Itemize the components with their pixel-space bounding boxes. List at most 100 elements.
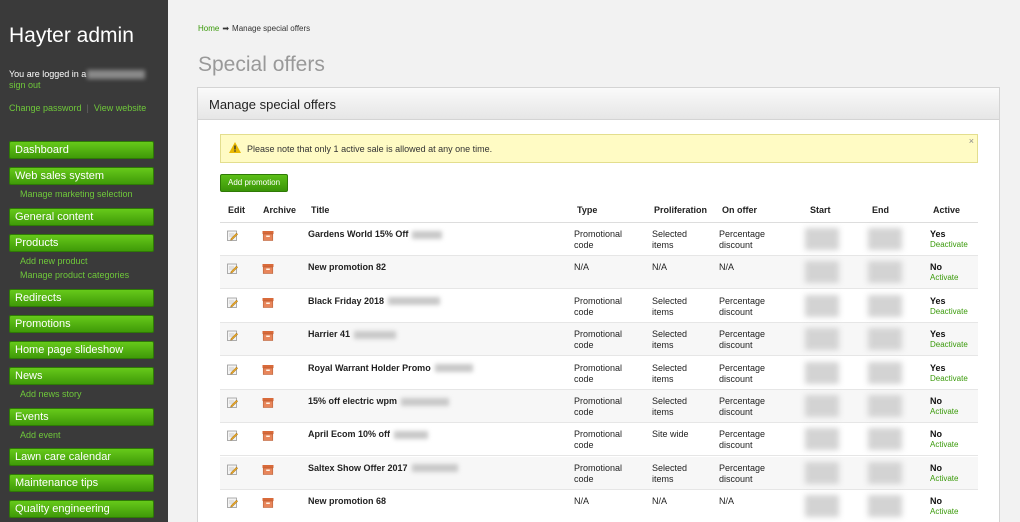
sidebar-item-maintenance-tips[interactable]: Maintenance tips	[9, 474, 154, 492]
edit-icon[interactable]	[227, 297, 238, 308]
table-row: Black Friday 2018 Promotional code Selected…	[220, 290, 978, 323]
row-title: Saltex Show Offer 2017	[308, 463, 458, 474]
sidebar-item-lawn-care-calendar[interactable]: Lawn care calendar	[9, 448, 154, 466]
sidebar-subitem-manage-product-categories[interactable]: Manage product categories	[20, 270, 129, 280]
row-type: N/A	[574, 262, 590, 273]
row-proliferation: N/A	[652, 262, 668, 273]
sidebar-item-products[interactable]: Products	[9, 234, 154, 252]
toggle-active-link[interactable]: Activate	[930, 440, 958, 449]
table-row: Harrier 41 Promotional code Selected items Pe…	[220, 323, 978, 357]
archive-icon[interactable]	[262, 497, 274, 508]
row-title-text: April Ecom 10% off	[308, 429, 391, 440]
sidebar-item-dashboard[interactable]: Dashboard	[9, 141, 154, 159]
edit-icon[interactable]	[227, 430, 238, 442]
offers-panel: Manage special offers Please note that o…	[197, 87, 1000, 522]
column-header-end[interactable]: End	[872, 205, 889, 215]
edit-icon[interactable]	[227, 230, 238, 241]
row-title-text: Gardens World 15% Off	[308, 229, 409, 239]
active-status: No	[930, 262, 942, 273]
sidebar-item-web-sales-system[interactable]: Web sales system	[9, 167, 154, 185]
sidebar-item-redirects[interactable]: Redirects	[9, 289, 154, 307]
edit-icon[interactable]	[227, 263, 238, 275]
start-date-redacted	[805, 361, 839, 384]
sidebar-subitem-manage-marketing-selection[interactable]: Manage marketing selection	[20, 189, 133, 199]
column-header-archive[interactable]: Archive	[263, 205, 296, 215]
change-password-link[interactable]: Change password	[9, 103, 82, 113]
sidebar-subitem-add-event[interactable]: Add event	[20, 430, 61, 440]
column-header-active[interactable]: Active	[933, 205, 960, 215]
toggle-active-link[interactable]: Deactivate	[930, 307, 968, 316]
row-on-offer: Percentage discount	[719, 396, 766, 417]
row-on-offer: Percentage discount	[719, 229, 766, 250]
row-title-text: New promotion 68	[308, 496, 387, 507]
toggle-active-link[interactable]: Deactivate	[930, 340, 968, 349]
column-header-title[interactable]: Title	[311, 205, 329, 215]
column-header-type[interactable]: Type	[577, 205, 597, 215]
edit-icon[interactable]	[227, 397, 238, 408]
logged-in-text: You are logged in a	[9, 69, 146, 80]
redacted-code	[434, 364, 473, 373]
column-header-on-offer[interactable]: On offer	[722, 205, 757, 215]
toggle-active-link[interactable]: Activate	[930, 474, 958, 483]
row-proliferation: Selected items	[652, 462, 688, 484]
row-type: Promotional code	[574, 396, 623, 417]
row-type: Promotional code	[574, 229, 623, 250]
start-date-redacted	[805, 428, 839, 451]
table-row: April Ecom 10% off Promotional code Site wi…	[220, 423, 978, 457]
archive-icon[interactable]	[262, 364, 274, 375]
archive-icon[interactable]	[262, 397, 274, 408]
end-date-redacted	[868, 261, 902, 284]
sidebar-subitem-add-news-story[interactable]: Add news story	[20, 389, 82, 399]
archive-icon[interactable]	[262, 263, 274, 275]
edit-icon[interactable]	[227, 464, 238, 475]
sidebar-item-promotions[interactable]: Promotions	[9, 315, 154, 333]
archive-icon[interactable]	[262, 297, 274, 308]
row-title-text: Saltex Show Offer 2017	[308, 462, 408, 473]
redacted-code	[394, 431, 429, 440]
sign-out-link[interactable]: sign out	[9, 80, 41, 90]
toggle-active-link[interactable]: Deactivate	[930, 374, 968, 383]
row-type: Promotional code	[574, 329, 623, 351]
sidebar-item-events[interactable]: Events	[9, 408, 154, 426]
archive-icon[interactable]	[262, 330, 274, 341]
toggle-active-link[interactable]: Deactivate	[930, 240, 968, 249]
row-proliferation: Site wide	[652, 429, 689, 440]
row-proliferation: Selected items	[652, 229, 688, 250]
breadcrumb-home[interactable]: Home	[198, 24, 219, 33]
row-title: Royal Warrant Holder Promo	[308, 363, 473, 374]
column-header-start[interactable]: Start	[810, 205, 831, 215]
archive-icon[interactable]	[262, 230, 274, 241]
toggle-active-link[interactable]: Activate	[930, 507, 958, 516]
toggle-active-link[interactable]: Activate	[930, 273, 958, 282]
view-website-link[interactable]: View website	[94, 103, 146, 113]
redacted-code	[354, 330, 397, 339]
edit-icon[interactable]	[227, 330, 238, 342]
alert-banner: Please note that only 1 active sale is a…	[220, 134, 978, 163]
breadcrumb-current: Manage special offers	[232, 24, 311, 33]
active-status: No	[930, 429, 942, 440]
close-icon[interactable]: ×	[969, 136, 974, 146]
alert-text: Please note that only 1 active sale is a…	[247, 144, 493, 154]
column-header-edit[interactable]: Edit	[228, 205, 245, 215]
row-proliferation: N/A	[652, 496, 668, 507]
table-row: New promotion 68 N/A N/A N/A No Activate	[220, 490, 978, 522]
warning-icon	[229, 142, 241, 153]
sidebar-item-news[interactable]: News	[9, 367, 154, 385]
row-title: Black Friday 2018	[308, 296, 441, 307]
row-title: Gardens World 15% Off	[308, 229, 443, 240]
sidebar-item-home-page-slideshow[interactable]: Home page slideshow	[9, 341, 154, 359]
column-header-proliferation[interactable]: Proliferation	[654, 205, 707, 215]
start-date-redacted	[805, 328, 839, 351]
sidebar-item-quality-engineering[interactable]: Quality engineering	[9, 500, 154, 518]
archive-icon[interactable]	[262, 464, 274, 475]
panel-title: Manage special offers	[198, 88, 999, 120]
edit-icon[interactable]	[227, 364, 238, 375]
sidebar-item-general-content[interactable]: General content	[9, 208, 154, 226]
archive-icon[interactable]	[262, 430, 274, 442]
account-links: Change password | View website	[9, 103, 147, 113]
edit-icon[interactable]	[227, 497, 238, 509]
toggle-active-link[interactable]: Activate	[930, 407, 958, 416]
add-promotion-button[interactable]: Add promotion	[220, 174, 288, 192]
active-status: Yes	[930, 329, 946, 340]
sidebar-subitem-add-new-product[interactable]: Add new product	[20, 256, 88, 266]
